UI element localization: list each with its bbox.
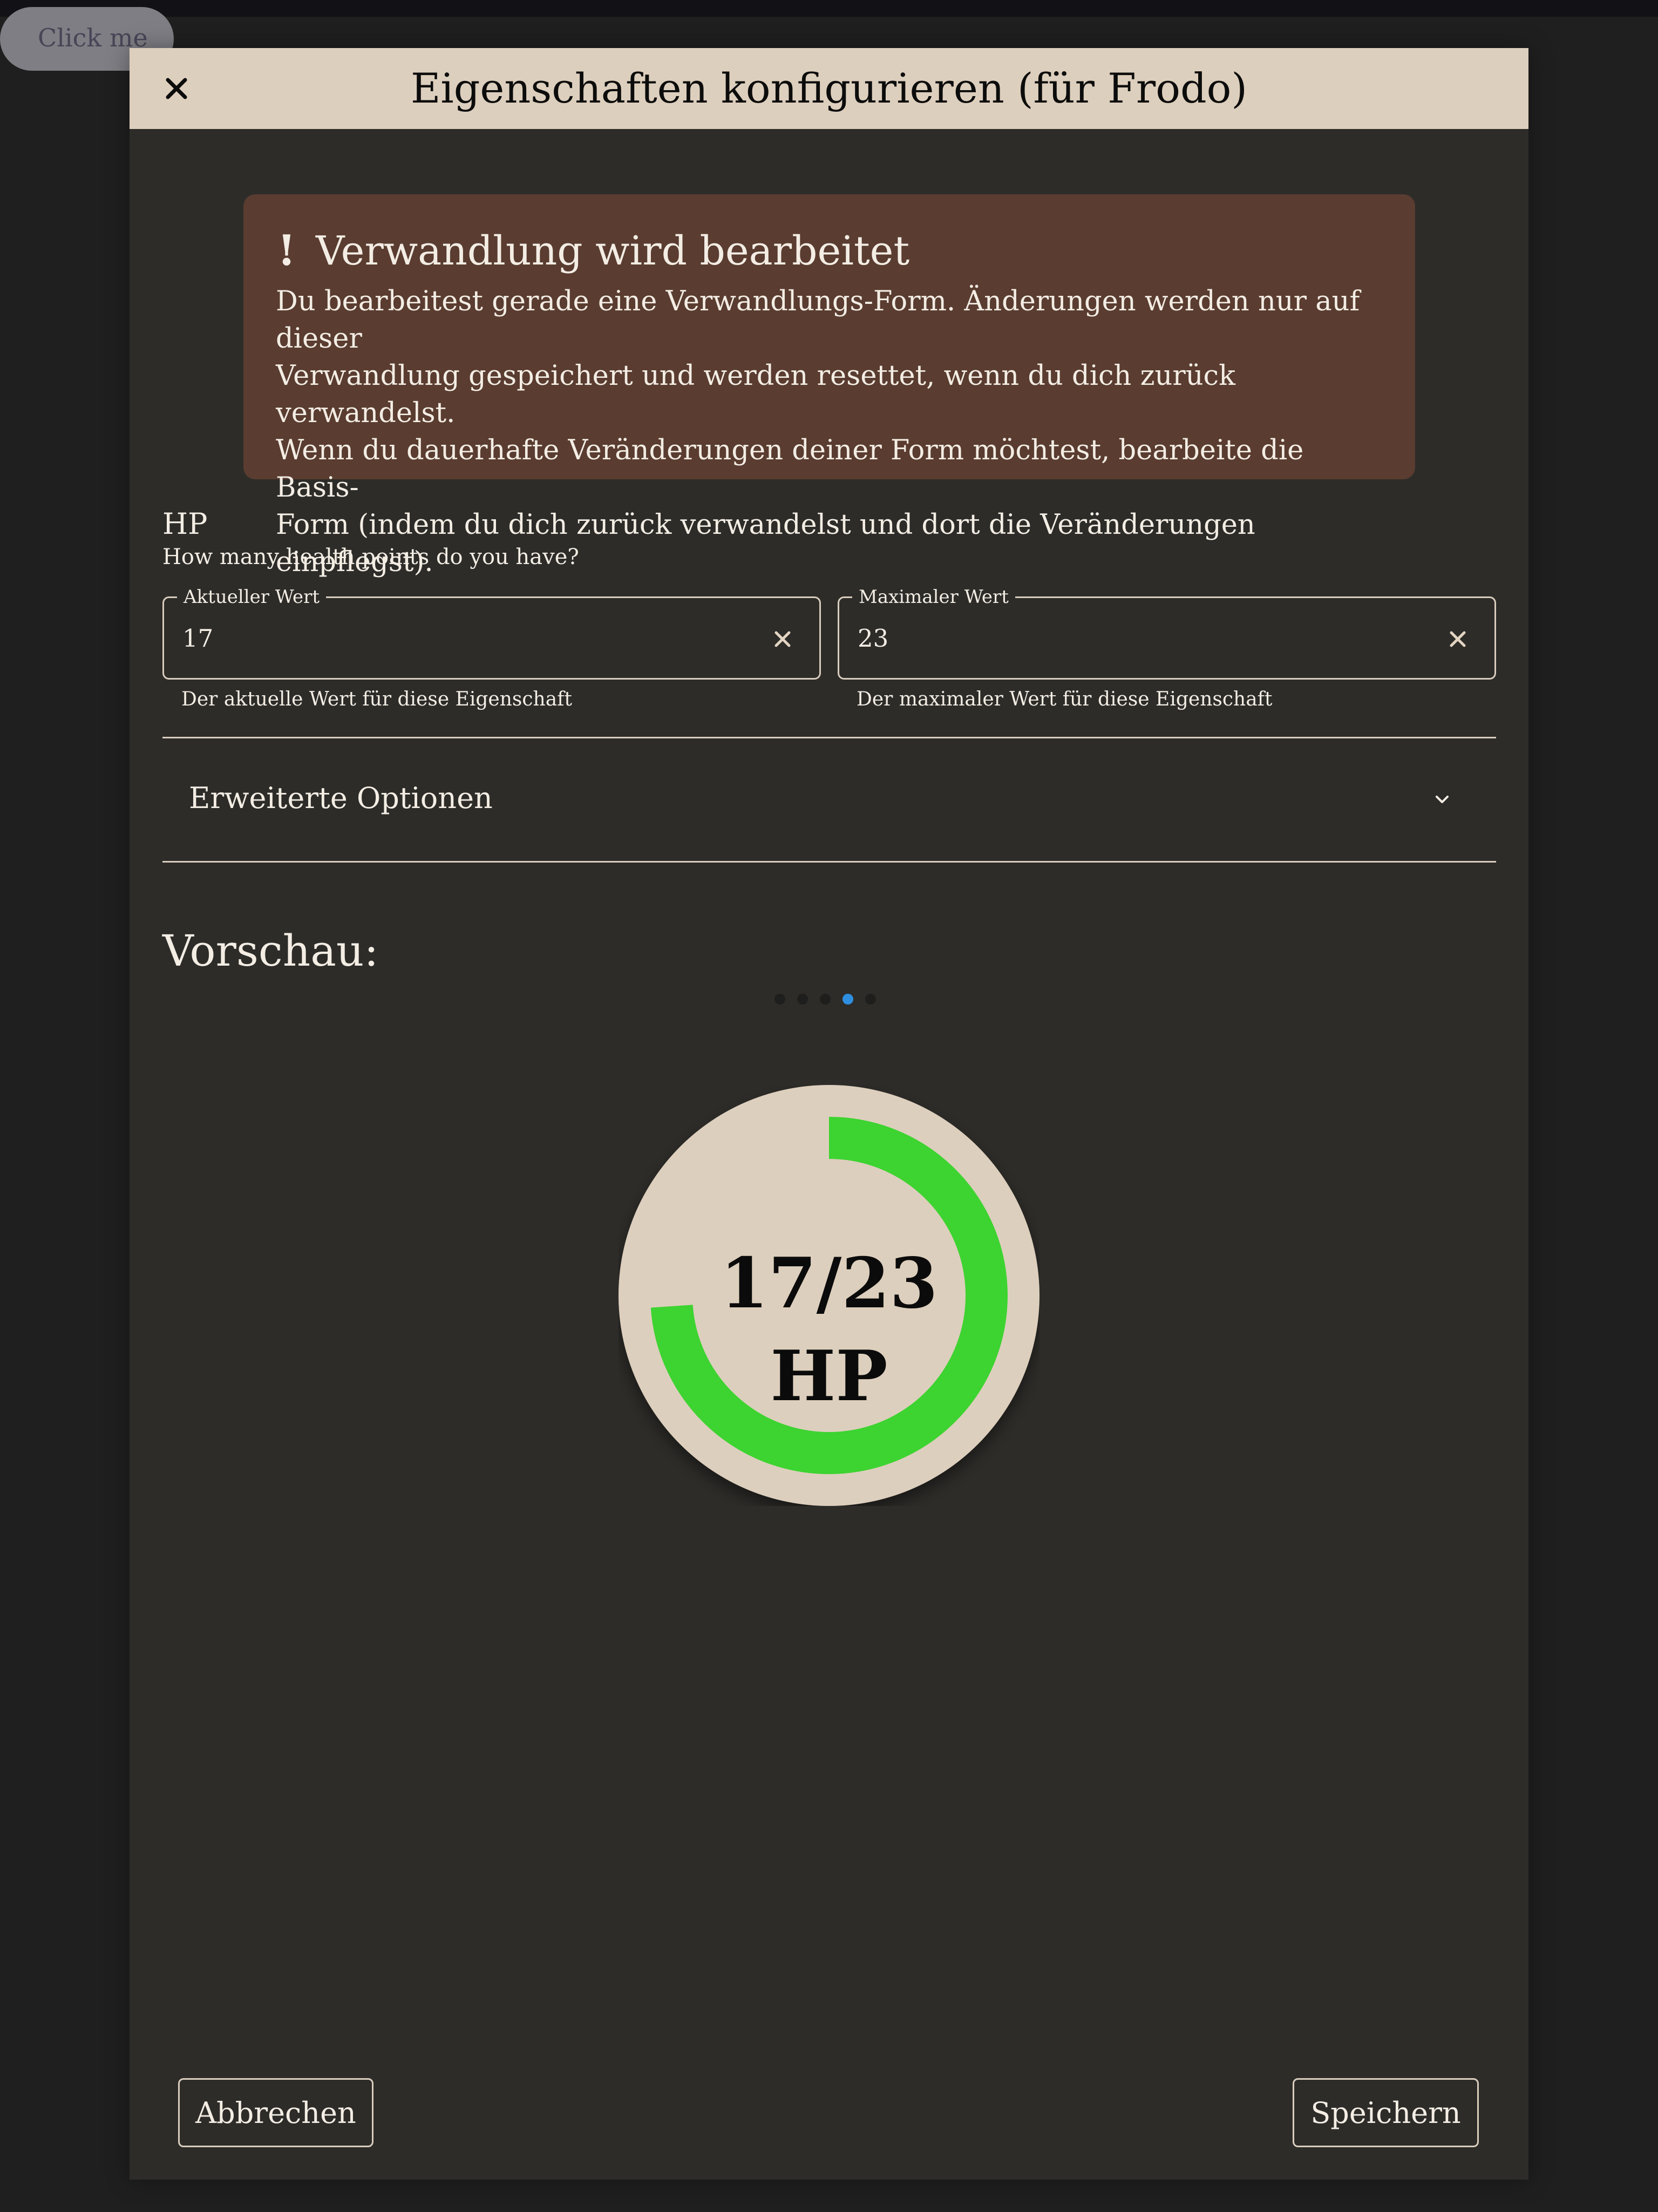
carousel-dot[interactable]	[865, 994, 876, 1005]
carousel-dot[interactable]	[797, 994, 808, 1005]
close-icon	[166, 78, 187, 99]
divider	[162, 861, 1496, 863]
warning-line: Du bearbeitest gerade eine Verwandlungs-…	[276, 286, 1360, 355]
close-icon	[1450, 631, 1466, 647]
preview-heading: Vorschau:	[162, 926, 379, 976]
max-value-label: Maximaler Wert	[852, 586, 1015, 608]
current-value-helper: Der aktuelle Wert für diese Eigenschaft	[181, 688, 572, 710]
current-value-input[interactable]: 17	[182, 622, 213, 655]
warning-message: Du bearbeitest gerade eine Verwandlungs-…	[276, 283, 1381, 581]
close-icon	[774, 631, 791, 647]
transformation-warning: ! Verwandlung wird bearbeitet Du bearbei…	[243, 194, 1415, 578]
browser-top-bar	[0, 0, 1658, 17]
current-value-label: Aktueller Wert	[177, 586, 326, 608]
cancel-button[interactable]: Abbrechen	[178, 2078, 373, 2147]
current-value-field[interactable]: Aktueller Wert 17	[162, 586, 821, 680]
warning-title: Verwandlung wird bearbeitet	[316, 228, 910, 274]
carousel-dot[interactable]	[842, 994, 853, 1005]
attribute-description: How many health points do you have?	[162, 545, 579, 569]
dialog-title: Eigenschaften konfigurieren (für Frodo)	[410, 64, 1248, 112]
clear-current-button[interactable]	[767, 624, 798, 654]
carousel-dot[interactable]	[774, 994, 785, 1005]
hp-gauge: 17/23 HP	[619, 1085, 1039, 1506]
save-button[interactable]: Speichern	[1293, 2078, 1479, 2147]
max-value-input[interactable]: 23	[858, 622, 888, 655]
warning-line: Wenn du dauerhafte Veränderungen deiner …	[276, 435, 1304, 504]
attribute-name: HP	[162, 507, 208, 541]
carousel-dots	[774, 994, 882, 1007]
max-value-helper: Der maximaler Wert für diese Eigenschaft	[857, 688, 1273, 710]
warning-line: Verwandlung gespeichert und werden reset…	[276, 360, 1236, 429]
clear-max-button[interactable]	[1443, 624, 1473, 654]
carousel-dot[interactable]	[820, 994, 831, 1005]
max-value-field[interactable]: Maximaler Wert 23	[838, 586, 1496, 680]
advanced-options-label: Erweiterte Optionen	[189, 781, 493, 815]
close-button[interactable]	[151, 63, 202, 114]
gauge-value-text: 17/23	[720, 1243, 938, 1324]
advanced-options-toggle[interactable]: Erweiterte Optionen	[162, 738, 1496, 863]
configure-attributes-dialog: Eigenschaften konfigurieren (für Frodo) …	[130, 48, 1528, 2180]
chevron-down-icon	[1436, 796, 1449, 803]
exclamation-icon: !	[277, 226, 296, 275]
dialog-header: Eigenschaften konfigurieren (für Frodo)	[130, 48, 1528, 129]
gauge-unit-text: HP	[770, 1336, 888, 1417]
